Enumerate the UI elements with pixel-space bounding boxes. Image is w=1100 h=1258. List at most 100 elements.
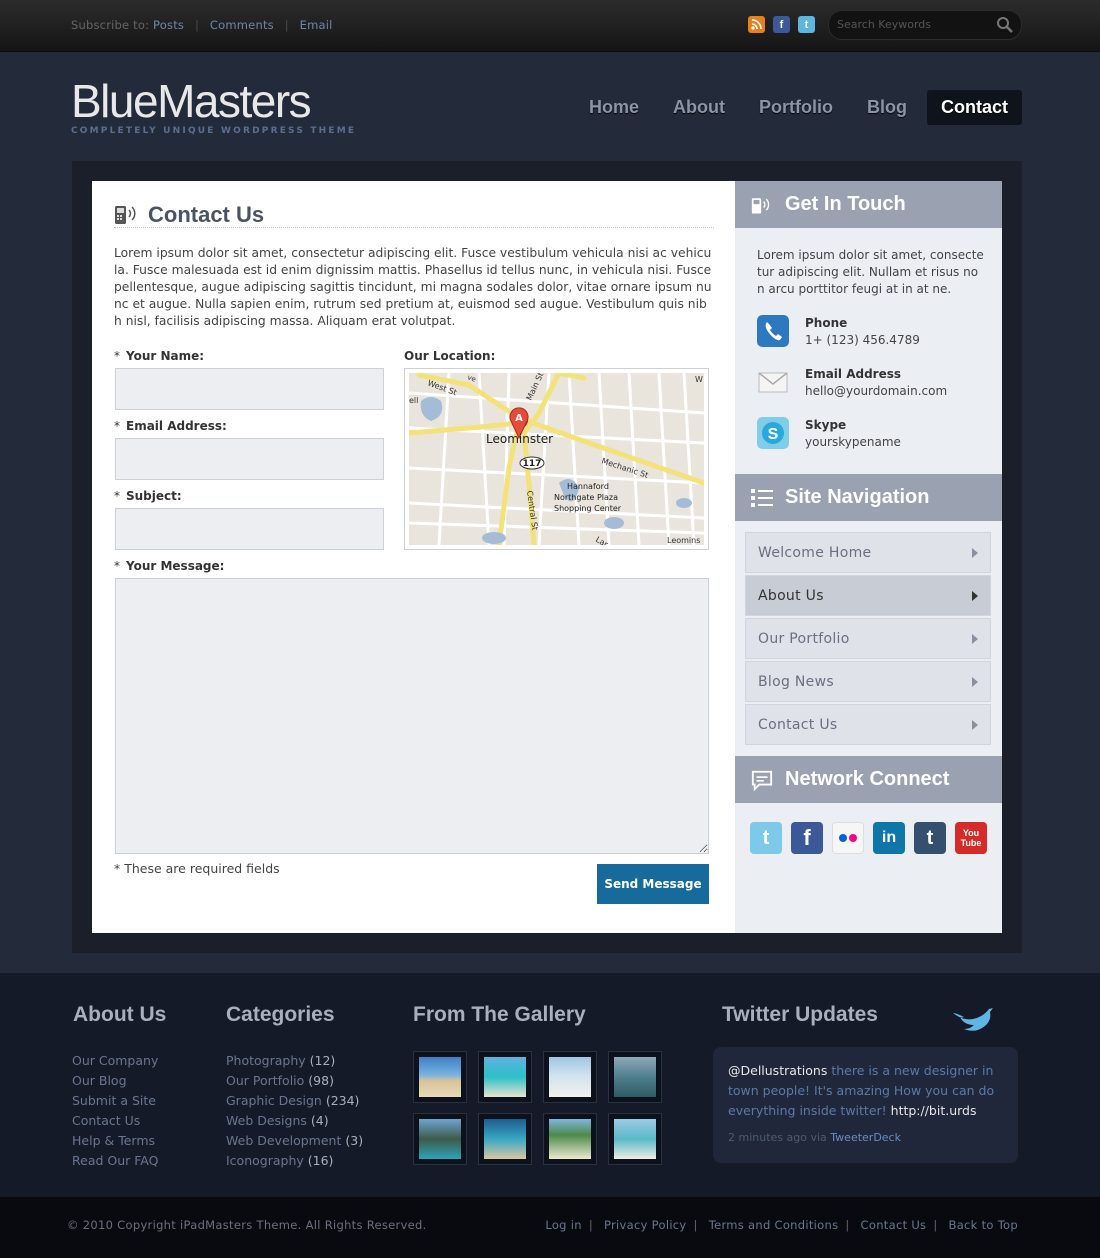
category-link[interactable]: Web Development (3) — [226, 1131, 363, 1151]
subject-field[interactable] — [115, 508, 384, 550]
twitter-icon[interactable]: t — [750, 822, 782, 854]
network-connect-header: Network Connect — [735, 756, 1002, 803]
map-route-label: 117 — [523, 459, 542, 469]
gallery-thumbnail[interactable] — [478, 1113, 532, 1165]
skype-icon: S — [757, 417, 789, 449]
footer-link[interactable]: Our Blog — [72, 1071, 158, 1091]
tweet-time: 2 minutes ago via — [728, 1131, 831, 1144]
map-place-label: Leominster — [486, 432, 553, 446]
nav-blog[interactable]: Blog — [853, 90, 921, 125]
privacy-link[interactable]: Privacy Policy — [604, 1218, 687, 1232]
footer-about-links: Our Company Our Blog Submit a Site Conta… — [72, 1051, 158, 1171]
rss-icon[interactable] — [748, 16, 765, 33]
sidenav-about-us[interactable]: About Us — [745, 575, 991, 616]
location-map[interactable]: 117 A Leominster West St Main St Mechani… — [404, 368, 709, 550]
bottom-links: Log in | Privacy Policy | Terms and Condit… — [545, 1218, 1018, 1232]
search-box — [828, 10, 1022, 40]
contact-heading: Contact Us — [114, 201, 714, 228]
sidenav-label: About Us — [758, 587, 824, 604]
message-field[interactable] — [115, 578, 709, 854]
category-count: (12) — [309, 1053, 336, 1068]
category-name: Web Designs — [226, 1113, 307, 1128]
subscribe-email-link[interactable]: Email — [300, 18, 333, 32]
back-to-top-link[interactable]: Back to Top — [949, 1218, 1018, 1232]
sidebar: Get In Touch Lorem ipsum dolor sit amet,… — [735, 181, 1002, 933]
search-input[interactable] — [837, 18, 987, 31]
tweet-text: @Dellustrations there is a new designer … — [728, 1061, 1003, 1121]
svg-text:S: S — [768, 426, 779, 443]
skype-label: Skype — [805, 418, 847, 432]
youtube-icon[interactable]: You Tube — [955, 822, 987, 854]
email-label: Email Address: — [114, 419, 227, 433]
arrow-right-icon — [972, 719, 978, 730]
facebook-icon[interactable]: f — [773, 16, 790, 33]
get-in-touch-title: Get In Touch — [785, 193, 906, 215]
arrow-right-icon — [972, 633, 978, 644]
phone-signal-icon — [115, 206, 136, 224]
nav-contact[interactable]: Contact — [927, 90, 1022, 125]
sidenav-welcome-home[interactable]: Welcome Home — [745, 532, 991, 573]
contact-link[interactable]: Contact Us — [861, 1218, 927, 1232]
tweet-user[interactable]: @Dellustrations — [728, 1063, 827, 1078]
category-name: Photography — [226, 1053, 306, 1068]
login-link[interactable]: Log in — [545, 1218, 581, 1232]
mail-icon — [758, 372, 788, 393]
category-link[interactable]: Photography (12) — [226, 1051, 363, 1071]
gallery-thumbnail[interactable] — [543, 1113, 597, 1165]
email-value[interactable]: hello@yourdomain.com — [805, 384, 947, 398]
main-nav: Home About Portfolio Blog Contact — [575, 90, 1022, 125]
nav-home[interactable]: Home — [575, 90, 653, 125]
subscribe-posts-link[interactable]: Posts — [153, 18, 184, 32]
tweet-meta: 2 minutes ago via TweeterDeck — [728, 1131, 1003, 1144]
search-icon[interactable] — [996, 16, 1014, 34]
gallery-thumbnail[interactable] — [413, 1113, 467, 1165]
send-message-button[interactable]: Send Message — [597, 864, 709, 904]
facebook-icon[interactable]: f — [791, 822, 823, 854]
category-link[interactable]: Graphic Design (234) — [226, 1091, 363, 1111]
twitter-bird-icon — [953, 1008, 993, 1031]
logo[interactable]: BlueMasters COMPLETELY UNIQUE WORDPRESS … — [71, 78, 357, 136]
tweet-link[interactable]: http://bit.urds — [891, 1103, 977, 1118]
subscribe-comments-link[interactable]: Comments — [210, 18, 274, 32]
header: BlueMasters COMPLETELY UNIQUE WORDPRESS … — [0, 53, 1100, 161]
footer-link[interactable]: Our Company — [72, 1051, 158, 1071]
gallery-thumbnail[interactable] — [478, 1051, 532, 1103]
sidenav-our-portfolio[interactable]: Our Portfolio — [745, 618, 991, 659]
category-name: Graphic Design — [226, 1093, 322, 1108]
footer-link[interactable]: Help & Terms — [72, 1131, 158, 1151]
gallery-thumbnail[interactable] — [543, 1051, 597, 1103]
arrow-right-icon — [972, 590, 978, 601]
flickr-icon[interactable] — [832, 822, 864, 854]
sidenav-contact-us[interactable]: Contact Us — [745, 704, 991, 745]
site-navigation-list: Welcome Home About Us Our Portfolio Blog… — [745, 532, 991, 747]
nav-portfolio[interactable]: Portfolio — [745, 90, 847, 125]
footer-link[interactable]: Submit a Site — [72, 1091, 158, 1111]
gallery-thumbnail[interactable] — [608, 1051, 662, 1103]
social-icons: t f in t You Tube — [750, 822, 987, 854]
category-link[interactable]: Web Designs (4) — [226, 1111, 363, 1131]
sidenav-label: Blog News — [758, 673, 834, 690]
email-field[interactable] — [115, 438, 384, 480]
category-link[interactable]: Our Portfolio (98) — [226, 1071, 363, 1091]
nav-about[interactable]: About — [659, 90, 739, 125]
phone-icon — [757, 315, 789, 347]
name-field[interactable] — [115, 368, 384, 410]
message-label: Your Message: — [114, 559, 224, 573]
footer-link[interactable]: Contact Us — [72, 1111, 158, 1131]
gallery-thumbnail[interactable] — [413, 1051, 467, 1103]
location-label: Our Location: — [404, 349, 496, 363]
logo-tagline: COMPLETELY UNIQUE WORDPRESS THEME — [71, 126, 357, 136]
twitter-icon[interactable]: t — [798, 16, 815, 33]
gallery-thumbnail[interactable] — [608, 1113, 662, 1165]
footer-link[interactable]: Read Our FAQ — [72, 1151, 158, 1171]
map-marker-label: A — [515, 413, 523, 424]
terms-link[interactable]: Terms and Conditions — [709, 1218, 839, 1232]
tumblr-icon[interactable]: t — [914, 822, 946, 854]
category-link[interactable]: Iconography (16) — [226, 1151, 363, 1171]
linkedin-icon[interactable]: in — [873, 822, 905, 854]
sidenav-label: Our Portfolio — [758, 630, 850, 647]
tweet-client[interactable]: TweeterDeck — [830, 1131, 901, 1144]
footer: About Us Our Company Our Blog Submit a S… — [0, 973, 1100, 1197]
contact-email: Email Address hello@yourdomain.com — [757, 366, 947, 400]
sidenav-blog-news[interactable]: Blog News — [745, 661, 991, 702]
